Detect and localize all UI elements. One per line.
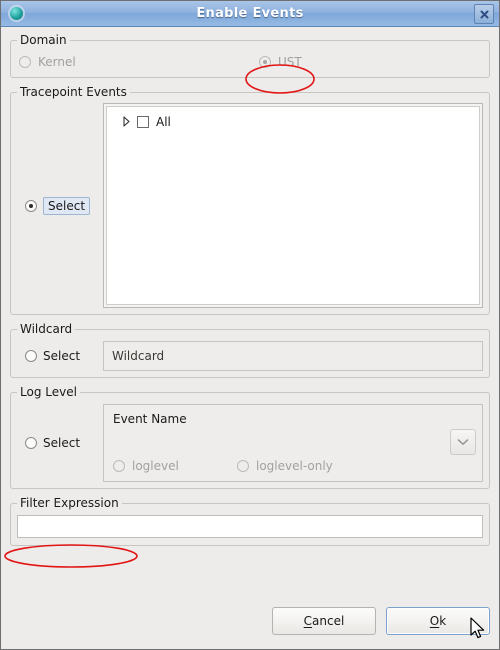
tree-item-all-label: All [156, 115, 171, 129]
window-title: Enable Events [196, 6, 304, 21]
tracepoint-select-option[interactable]: Select [17, 103, 103, 308]
log-level-body: Select Event Name loglevel loglevel-only [11, 399, 489, 488]
tracepoint-tree-frame: All [103, 103, 483, 308]
ok-button[interactable]: Ok [386, 607, 490, 635]
wildcard-legend: Wildcard [20, 322, 73, 336]
radio-log-level-select[interactable] [25, 437, 37, 449]
checkbox-all[interactable] [137, 116, 149, 128]
domain-row: Kernel UST [11, 47, 489, 77]
log-level-option-loglevel-only-label: loglevel-only [256, 459, 333, 473]
chevron-down-icon[interactable] [450, 429, 476, 455]
radio-tracepoint-select[interactable] [25, 199, 37, 212]
log-level-option-loglevel-only[interactable]: loglevel-only [237, 459, 333, 473]
log-level-legend: Log Level [20, 385, 77, 399]
domain-option-kernel[interactable]: Kernel [19, 55, 259, 69]
wildcard-input[interactable]: Wildcard [103, 341, 483, 371]
title-bar: Enable Events [1, 1, 499, 27]
radio-loglevel[interactable] [113, 460, 125, 472]
enable-events-dialog: Enable Events Domain Kernel UST Tracepoi… [0, 0, 500, 650]
filter-expression-body [11, 510, 489, 545]
tracepoint-events-group: Tracepoint Events Select All [10, 85, 490, 315]
wildcard-select-label: Select [43, 349, 81, 363]
tracepoint-tree[interactable]: All [106, 106, 480, 305]
cancel-button-label: ancel [312, 614, 345, 628]
annotation-ellipse-filter-expression [4, 544, 138, 568]
dialog-content: Domain Kernel UST Tracepoint Events Sele… [1, 27, 499, 649]
filter-expression-legend: Filter Expression [20, 496, 119, 510]
domain-option-kernel-label: Kernel [38, 55, 76, 69]
tracepoint-events-body: Select All [11, 99, 489, 314]
cancel-button-mnemonic: C [303, 614, 313, 628]
log-level-group: Log Level Select Event Name loglevel log… [10, 385, 490, 489]
dialog-button-bar: Cancel Ok [272, 607, 490, 635]
wildcard-body: Select Wildcard [11, 336, 489, 377]
wildcard-select-option[interactable]: Select [17, 349, 103, 363]
log-level-select-option[interactable]: Select [17, 404, 103, 482]
log-level-radio-row: loglevel loglevel-only [113, 459, 473, 473]
tracepoint-select-label: Select [43, 196, 91, 215]
tree-item-all[interactable]: All [107, 113, 479, 131]
event-name-input[interactable]: Event Name [113, 412, 473, 426]
wildcard-group: Wildcard Select Wildcard [10, 322, 490, 378]
domain-option-ust[interactable]: UST [259, 55, 302, 69]
log-level-select-label: Select [43, 436, 81, 450]
filter-expression-input[interactable] [17, 515, 483, 538]
log-level-option-loglevel-label: loglevel [132, 459, 179, 473]
radio-kernel[interactable] [19, 56, 31, 68]
expand-triangle-icon[interactable] [117, 116, 130, 127]
log-level-panel: Event Name loglevel loglevel-only [103, 404, 483, 482]
radio-loglevel-only[interactable] [237, 460, 249, 472]
radio-ust[interactable] [259, 56, 271, 68]
radio-wildcard-select[interactable] [25, 350, 37, 362]
app-globe-icon [9, 6, 24, 21]
domain-group: Domain Kernel UST [10, 33, 490, 78]
close-icon[interactable] [474, 4, 494, 24]
tracepoint-events-legend: Tracepoint Events [20, 85, 127, 99]
ok-button-label: O [429, 614, 440, 628]
domain-option-ust-label: UST [278, 55, 302, 69]
cancel-button[interactable]: Cancel [272, 607, 376, 635]
ok-button-mnemonic: k [439, 614, 447, 628]
filter-expression-group: Filter Expression [10, 496, 490, 546]
domain-legend: Domain [20, 33, 67, 47]
log-level-option-loglevel[interactable]: loglevel [113, 459, 237, 473]
